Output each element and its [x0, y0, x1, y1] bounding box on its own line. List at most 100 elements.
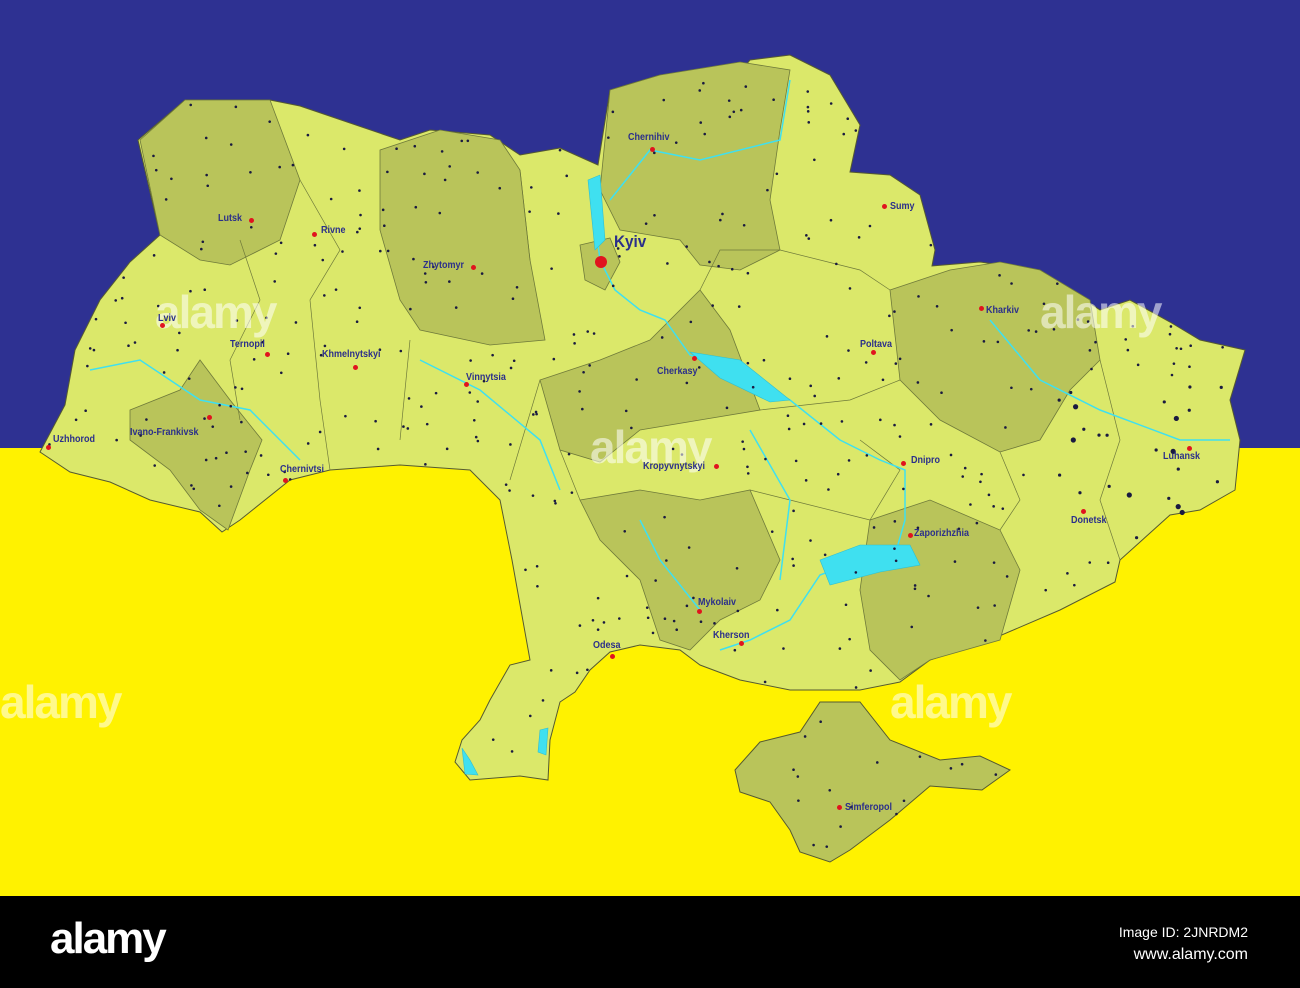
- settlement-dot: [445, 447, 449, 451]
- settlement-dot: [739, 108, 743, 112]
- settlement-dot: [879, 418, 882, 422]
- city-dot-ivano-frankivsk: [206, 414, 212, 420]
- settlement-dot: [454, 306, 458, 309]
- city-label-vinnytsia: Vinnytsia: [466, 372, 506, 383]
- settlement-dot: [1215, 480, 1220, 484]
- settlement-dot: [211, 425, 215, 428]
- city-label-ivano-frankivsk: Ivano-Frankivsk: [130, 427, 199, 438]
- settlement-dot: [1078, 491, 1082, 495]
- city-dot-khmelnytskyi: [352, 364, 358, 370]
- city-dot-odesa: [609, 653, 615, 659]
- settlement-dot: [792, 509, 795, 513]
- settlement-dot: [379, 249, 382, 253]
- settlement-dot: [1168, 332, 1172, 336]
- settlement-dot: [666, 262, 669, 265]
- settlement-dot: [386, 170, 389, 174]
- settlement-dot: [646, 616, 650, 620]
- settlement-dot: [596, 596, 600, 600]
- settlement-dot: [274, 252, 278, 255]
- settlement-dot: [949, 453, 953, 457]
- settlement-dot: [434, 391, 438, 395]
- settlement-dot: [994, 773, 998, 776]
- settlement-dot: [894, 559, 898, 563]
- settlement-dot: [192, 487, 196, 491]
- settlement-dot: [1162, 400, 1166, 404]
- settlement-dot: [291, 163, 295, 167]
- settlement-dot: [524, 568, 527, 572]
- settlement-dot: [550, 267, 553, 270]
- site-url[interactable]: www.alamy.com: [1134, 946, 1248, 964]
- settlement-dot: [259, 454, 263, 457]
- settlement-dot: [565, 174, 569, 178]
- settlement-dot: [893, 520, 897, 523]
- settlement-dot: [423, 272, 427, 275]
- settlement-dot: [313, 243, 317, 247]
- settlement-dot: [491, 353, 494, 357]
- settlement-dot: [1057, 398, 1061, 402]
- settlement-dot: [733, 648, 737, 652]
- city-label-sumy: Sumy: [890, 201, 915, 212]
- settlement-dot: [984, 639, 987, 642]
- settlement-dot: [674, 141, 678, 144]
- settlement-dot: [240, 387, 244, 391]
- settlement-dot: [813, 158, 816, 162]
- settlement-dot: [645, 606, 649, 609]
- settlement-dot: [685, 604, 689, 608]
- city-label-poltava: Poltava: [860, 339, 893, 350]
- settlement-dot: [927, 594, 930, 598]
- settlement-dot: [476, 400, 480, 403]
- settlement-dot: [114, 299, 118, 302]
- settlement-dot: [961, 475, 965, 478]
- settlement-dot: [509, 443, 512, 446]
- settlement-dot: [651, 631, 655, 635]
- settlement-dot: [474, 435, 478, 439]
- city-dot-simferopol: [836, 804, 842, 810]
- city-label-ternopil: Ternopil: [230, 339, 265, 350]
- settlement-dot: [804, 479, 808, 482]
- watermark: alamy: [0, 676, 122, 728]
- city-label-mykolaiv: Mykolaiv: [698, 597, 737, 608]
- settlement-dot: [406, 427, 410, 430]
- settlement-dot: [511, 297, 515, 300]
- city-label-donetsk: Donetsk: [1071, 515, 1107, 526]
- settlement-dot: [318, 430, 322, 434]
- settlement-dot: [835, 262, 838, 266]
- settlement-dot: [1044, 588, 1047, 592]
- settlement-dot: [240, 420, 243, 424]
- settlement-dot: [618, 255, 621, 258]
- settlement-dot: [190, 484, 193, 487]
- image-id: Image ID: 2JNRDM2: [1118, 924, 1248, 940]
- settlement-dot: [663, 515, 666, 519]
- settlement-dot: [1010, 386, 1013, 390]
- settlement-dot: [376, 447, 380, 451]
- settlement-dot: [950, 328, 953, 332]
- city-dot-donetsk: [1080, 508, 1086, 514]
- settlement-dot: [949, 767, 953, 770]
- city-dot-luhansk: [1186, 445, 1192, 451]
- settlement-dot: [1221, 345, 1224, 349]
- settlement-dot: [898, 435, 902, 438]
- settlement-dot: [786, 414, 790, 417]
- settlement-dot: [744, 85, 748, 88]
- settlement-dot: [1175, 346, 1178, 350]
- city-dot-chernihiv: [649, 146, 655, 152]
- settlement-dot: [838, 647, 842, 650]
- settlement-dot: [976, 606, 980, 609]
- settlement-dot: [1073, 583, 1076, 587]
- city-label-chernivtsi: Chernivtsi: [280, 464, 325, 475]
- settlement-dot: [893, 423, 896, 427]
- settlement-dot: [531, 494, 535, 497]
- settlement-dot: [893, 310, 896, 313]
- settlement-dot: [802, 422, 806, 426]
- settlement-dot: [918, 755, 922, 758]
- settlement-dot: [383, 224, 386, 228]
- settlement-dot: [1088, 349, 1092, 352]
- settlement-dot: [423, 172, 426, 176]
- settlement-dot: [469, 359, 472, 362]
- settlement-dot: [618, 617, 621, 620]
- settlement-dot: [746, 361, 750, 365]
- city-label-lviv: Lviv: [158, 313, 177, 324]
- settlement-dot: [504, 483, 508, 486]
- settlement-dot: [635, 378, 638, 381]
- settlement-dot: [819, 422, 823, 425]
